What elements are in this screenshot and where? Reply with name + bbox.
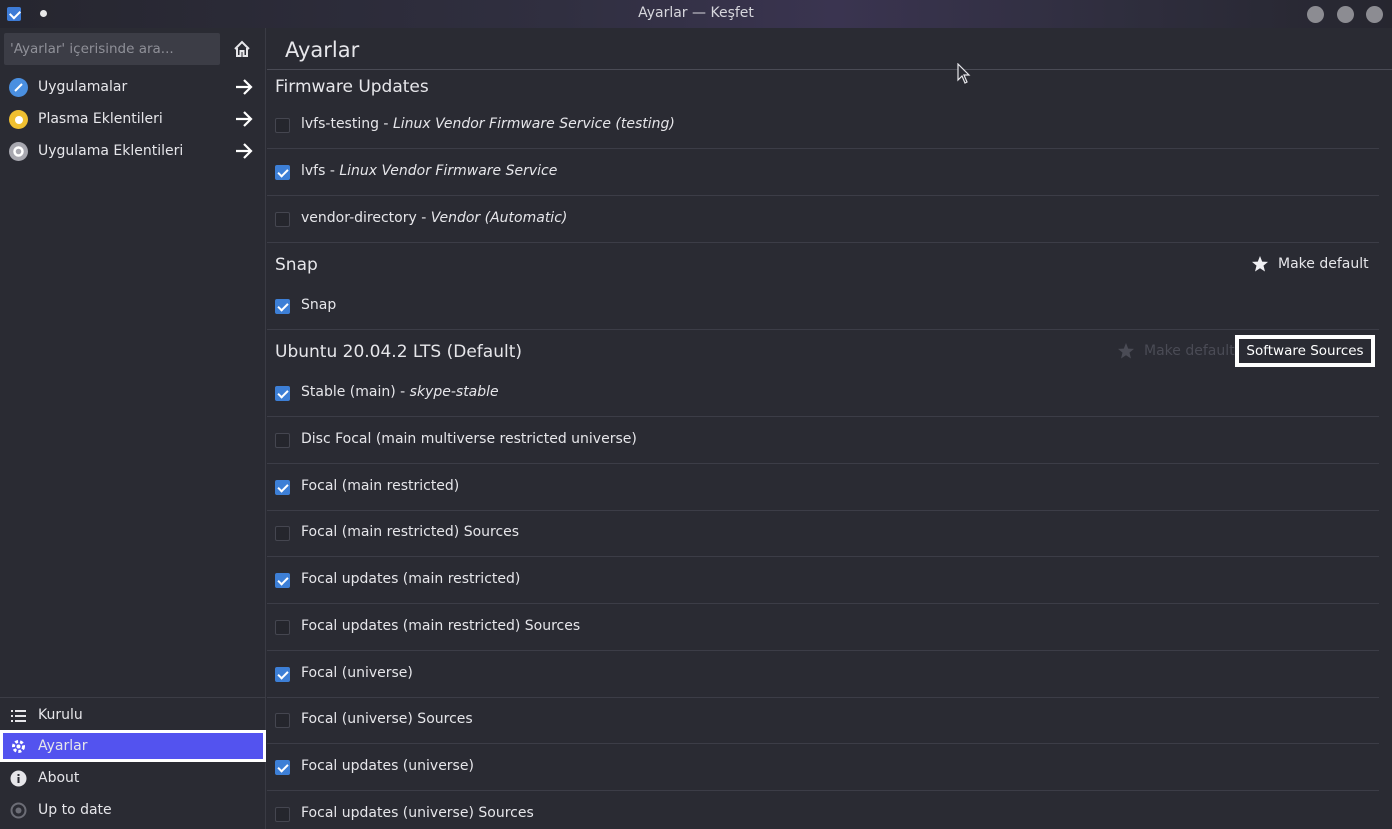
title-bar: Ayarlar — Keşfet (0, 0, 1392, 28)
arrow-right-icon (236, 111, 253, 127)
applications-icon (9, 77, 28, 97)
source-checkbox[interactable] (275, 118, 290, 133)
search-input[interactable] (4, 33, 220, 65)
sidebar-item-label: About (38, 770, 80, 786)
header-divider (267, 69, 1392, 70)
source-checkbox[interactable] (275, 760, 290, 775)
source-checkbox[interactable] (275, 386, 290, 401)
source-name: Snap (301, 297, 337, 313)
sidebar-item-applications[interactable]: Uygulamalar (0, 71, 266, 103)
source-name: lvfs (301, 163, 326, 179)
source-checkbox[interactable] (275, 480, 290, 495)
source-checkbox[interactable] (275, 807, 290, 822)
source-row[interactable]: Focal updates (universe) Sources (267, 792, 1379, 829)
make-default-label: Make default (1278, 256, 1369, 272)
sidebar-item-about[interactable]: About (0, 762, 266, 794)
home-button[interactable] (228, 37, 256, 61)
source-checkbox[interactable] (275, 713, 290, 728)
search-box[interactable] (4, 33, 220, 65)
close-button[interactable] (1366, 6, 1383, 23)
source-name: vendor-directory (301, 210, 417, 226)
sidebar: Uygulamalar Plasma Eklentileri Uygulama … (0, 28, 266, 829)
make-default-button[interactable]: Make default (1251, 255, 1369, 273)
source-row[interactable]: lvfs - Linux Vendor Firmware Service (267, 150, 1379, 196)
mouse-cursor-icon (957, 63, 971, 84)
plasma-icon (9, 109, 28, 129)
sidebar-item-label: Kurulu (38, 707, 83, 723)
source-checkbox[interactable] (275, 433, 290, 448)
sidebar-item-label: Ayarlar (38, 738, 88, 754)
sidebar-item-application-addons[interactable]: Uygulama Eklentileri (0, 135, 266, 167)
source-name: Focal (universe) Sources (301, 711, 473, 727)
software-sources-button[interactable]: Software Sources (1235, 335, 1375, 367)
sidebar-item-updates[interactable]: Up to date (0, 794, 266, 826)
sidebar-item-label: Up to date (38, 802, 112, 818)
source-name: Focal (main restricted) (301, 478, 460, 494)
source-checkbox[interactable] (275, 620, 290, 635)
home-icon (234, 40, 250, 57)
source-row[interactable]: Focal updates (main restricted) Sources (267, 605, 1379, 651)
source-row[interactable]: Focal (universe) Sources (267, 698, 1379, 744)
source-name: Focal updates (universe) Sources (301, 805, 534, 821)
sidebar-item-plasma-addons[interactable]: Plasma Eklentileri (0, 103, 266, 135)
star-icon (1252, 256, 1268, 272)
source-name: Focal (main restricted) Sources (301, 524, 520, 540)
info-icon (10, 770, 27, 786)
source-name: Focal updates (main restricted) (301, 571, 521, 587)
source-row[interactable]: Stable (main) - skype-stable (267, 371, 1379, 417)
sidebar-item-settings[interactable]: Ayarlar (0, 730, 266, 762)
arrow-right-icon (236, 79, 253, 95)
source-row[interactable]: vendor-directory - Vendor (Automatic) (267, 197, 1379, 243)
star-icon (1118, 343, 1134, 359)
source-row[interactable]: Disc Focal (main multiverse restricted u… (267, 418, 1379, 464)
make-default-label: Make default (1144, 343, 1235, 359)
source-checkbox[interactable] (275, 299, 290, 314)
source-row[interactable]: Focal (universe) (267, 652, 1379, 698)
source-row[interactable]: lvfs-testing - Linux Vendor Firmware Ser… (267, 103, 1379, 149)
sidebar-item-label: Uygulama Eklentileri (38, 143, 184, 159)
source-description: Linux Vendor Firmware Service (testing) (392, 116, 675, 132)
gear-icon (12, 739, 25, 753)
source-checkbox[interactable] (275, 667, 290, 682)
source-name: Disc Focal (main multiverse restricted u… (301, 431, 637, 447)
source-row[interactable]: Snap (267, 284, 1379, 330)
page-title: Ayarlar (285, 38, 360, 62)
source-name: Stable (main) (301, 384, 396, 400)
source-row[interactable]: Focal updates (main restricted) (267, 558, 1379, 604)
source-name: Focal (universe) (301, 665, 413, 681)
section-title-ubuntu: Ubuntu 20.04.2 LTS (Default) (275, 342, 523, 362)
sidebar-item-installed[interactable]: Kurulu (0, 699, 266, 731)
source-row[interactable]: Focal (main restricted) Sources (267, 511, 1379, 557)
source-name: Focal updates (main restricted) Sources (301, 618, 581, 634)
arrow-right-icon (236, 143, 253, 159)
source-description: skype-stable (409, 384, 499, 400)
source-description: Vendor (Automatic) (430, 210, 568, 226)
addons-gear-icon (9, 141, 28, 161)
section-title-snap: Snap (275, 255, 318, 275)
window-title: Ayarlar — Keşfet (638, 5, 754, 21)
source-checkbox[interactable] (275, 573, 290, 588)
list-icon (11, 709, 26, 722)
source-checkbox[interactable] (275, 212, 290, 227)
sidebar-divider (0, 697, 266, 698)
source-row[interactable]: Focal updates (universe) (267, 745, 1379, 791)
source-description: Linux Vendor Firmware Service (339, 163, 558, 179)
source-checkbox[interactable] (275, 526, 290, 541)
make-default-button-disabled: Make default (1117, 342, 1235, 360)
minimize-button[interactable] (1307, 6, 1324, 23)
settings-page: Ayarlar Firmware Updates lvfs-testing - … (267, 28, 1392, 829)
section-title-firmware: Firmware Updates (275, 77, 429, 97)
source-name: Focal updates (universe) (301, 758, 474, 774)
sidebar-item-label: Uygulamalar (38, 79, 128, 95)
update-icon (10, 802, 27, 818)
source-name: lvfs-testing (301, 116, 379, 132)
source-row[interactable]: Focal (main restricted) (267, 465, 1379, 511)
source-checkbox[interactable] (275, 165, 290, 180)
sidebar-item-label: Plasma Eklentileri (38, 111, 163, 127)
maximize-button[interactable] (1337, 6, 1354, 23)
